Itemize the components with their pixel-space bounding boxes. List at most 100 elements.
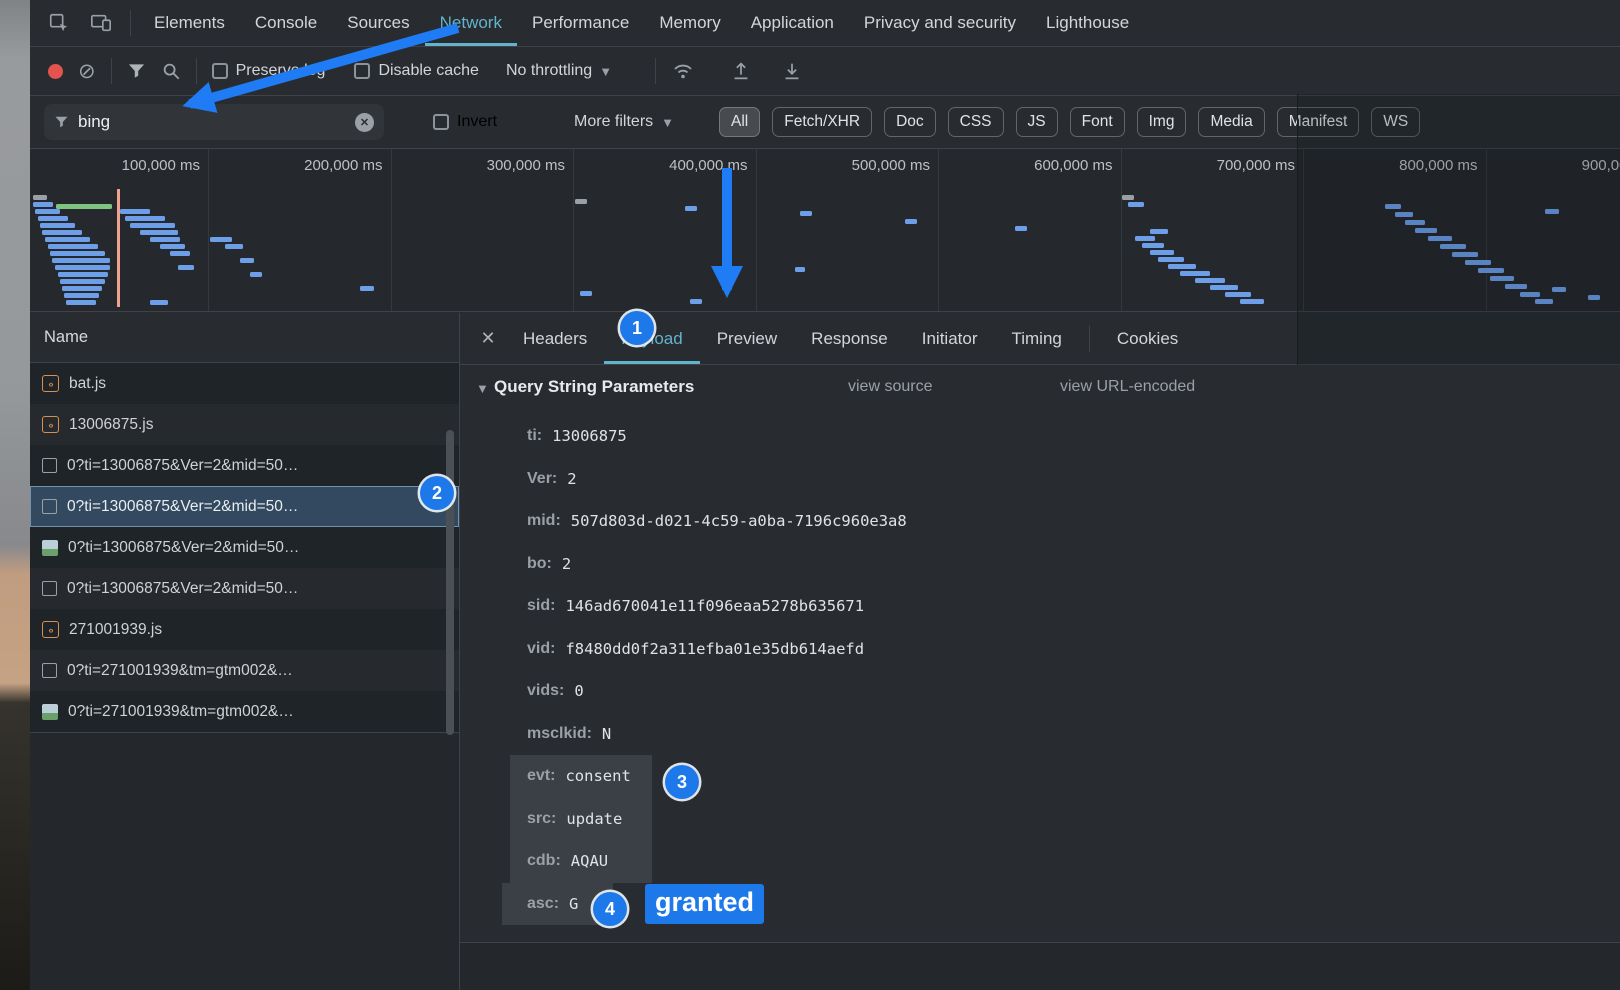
close-icon[interactable]: ✕ [470,328,506,349]
view-source-link[interactable]: view source [848,378,932,396]
waterfall-bar [1180,271,1210,276]
chip-img[interactable]: Img [1137,107,1187,137]
tab-sources[interactable]: Sources [332,0,424,46]
tab-performance[interactable]: Performance [517,0,644,46]
chip-css[interactable]: CSS [948,107,1004,137]
chip-js[interactable]: JS [1016,107,1058,137]
section-title[interactable]: Query String Parameters [494,377,694,397]
chip-font[interactable]: Font [1070,107,1125,137]
requests-list-panel: Name bat.js 13006875.js 0?ti=13006875&Ve… [30,313,460,990]
tab-network[interactable]: Network [425,0,517,46]
chip-fetch-xhr[interactable]: Fetch/XHR [772,107,872,137]
filter-input-box[interactable]: ✕ [44,104,384,140]
export-har-icon[interactable] [781,60,803,82]
waterfall-bar [1240,299,1264,304]
waterfall-bar [1520,292,1540,297]
tab-memory[interactable]: Memory [644,0,735,46]
clear-log-icon[interactable]: ⊘ [78,61,96,82]
waterfall-bar [1428,236,1452,241]
param-value: 146ad670041e11f096eaa5278b635671 [565,597,864,615]
waterfall-bar [575,199,587,204]
tab-privacy-security[interactable]: Privacy and security [849,0,1031,46]
disclosure-triangle-icon[interactable]: ▼ [476,381,489,396]
waterfall-bar [52,258,110,263]
ruler-gridline [573,149,574,311]
chip-doc[interactable]: Doc [884,107,936,137]
preserve-log-checkbox[interactable] [212,63,228,79]
view-url-encoded-link[interactable]: view URL-encoded [1060,378,1195,396]
more-filters-dropdown[interactable]: More filters ▼ [574,113,674,131]
request-row[interactable]: 0?ti=271001939&tm=gtm002&… [30,650,459,691]
request-row[interactable]: 271001939.js [30,609,459,650]
param-key: bo [527,555,552,573]
tab-headers[interactable]: Headers [506,313,604,364]
device-toolbar-icon[interactable] [80,0,122,46]
request-row[interactable]: 0?ti=13006875&Ver=2&mid=50… [30,445,459,486]
tab-response[interactable]: Response [794,313,905,364]
param-key: sid [527,597,555,615]
preserve-log-toggle[interactable]: Preserve log [212,62,326,80]
scrollbar-thumb[interactable] [446,430,454,735]
inspect-element-icon[interactable] [38,0,80,46]
request-row[interactable]: 0?ti=271001939&tm=gtm002&… [30,691,459,732]
chip-manifest[interactable]: Manifest [1277,107,1360,137]
waterfall-bar [225,244,243,249]
param-row: ti13006875 [460,415,1620,458]
tab-elements[interactable]: Elements [139,0,240,46]
import-har-icon[interactable] [730,60,752,82]
throttling-select[interactable]: No throttling ▼ [506,62,612,80]
network-overview-timeline[interactable]: 100,000 ms200,000 ms300,000 ms400,000 ms… [30,149,1620,312]
script-file-icon [42,621,59,638]
tab-payload[interactable]: Payload [604,313,699,364]
disable-cache-toggle[interactable]: Disable cache [354,62,479,80]
ruler-gridline [756,149,757,311]
search-icon[interactable] [161,61,181,81]
waterfall-bar [1168,264,1196,269]
filter-toggle-icon[interactable] [127,62,146,80]
detail-tabbar: ✕ Headers Payload Preview Response Initi… [460,313,1620,365]
request-row[interactable]: 0?ti=13006875&Ver=2&mid=50… [30,527,459,568]
tab-console[interactable]: Console [240,0,332,46]
devtools-window: Elements Console Sources Network Perform… [30,0,1620,990]
chip-ws[interactable]: WS [1371,107,1420,137]
disable-cache-checkbox[interactable] [354,63,370,79]
tab-application[interactable]: Application [736,0,849,46]
tab-preview[interactable]: Preview [700,313,794,364]
waterfall-bar [1415,228,1437,233]
param-value: AQAU [571,852,608,870]
invert-toggle[interactable]: Invert [433,113,497,131]
name-column-header[interactable]: Name [30,313,459,363]
script-file-icon [42,416,59,433]
request-name: 0?ti=13006875&Ver=2&mid=50… [67,457,298,475]
clear-filter-icon[interactable]: ✕ [355,113,374,132]
invert-label: Invert [457,113,497,131]
filter-text-input[interactable] [78,112,346,132]
waterfall-bar [56,204,112,209]
tab-initiator[interactable]: Initiator [905,313,995,364]
param-value: 507d803d-d021-4c59-a0ba-7196c960e3a8 [571,512,907,530]
chip-media[interactable]: Media [1198,107,1264,137]
divider [1089,326,1090,352]
query-params-list: ti13006875 Ver2 mid507d803d-d021-4c59-a0… [460,415,1620,925]
waterfall-bar [33,195,47,200]
request-row[interactable]: 13006875.js [30,404,459,445]
invert-checkbox[interactable] [433,114,449,130]
preserve-log-label: Preserve log [236,62,326,80]
more-filters-label: More filters [574,113,653,131]
network-conditions-icon[interactable] [671,60,695,82]
request-row[interactable]: 0?ti=13006875&Ver=2&mid=50… [30,568,459,609]
waterfall-bar [1552,287,1566,292]
waterfall-bar [1150,250,1174,255]
waterfall-bar [1135,236,1155,241]
record-button[interactable] [48,64,63,79]
waterfall-bar [1465,260,1491,265]
waterfall-bar [33,202,53,207]
tab-timing[interactable]: Timing [994,313,1078,364]
request-row-selected[interactable]: 0?ti=13006875&Ver=2&mid=50… [30,486,459,527]
chip-all[interactable]: All [719,107,760,137]
request-row[interactable]: bat.js [30,363,459,404]
screenshot-root: Elements Console Sources Network Perform… [0,0,1620,990]
tab-lighthouse[interactable]: Lighthouse [1031,0,1144,46]
param-value: 13006875 [552,427,627,445]
tab-cookies[interactable]: Cookies [1100,313,1195,364]
